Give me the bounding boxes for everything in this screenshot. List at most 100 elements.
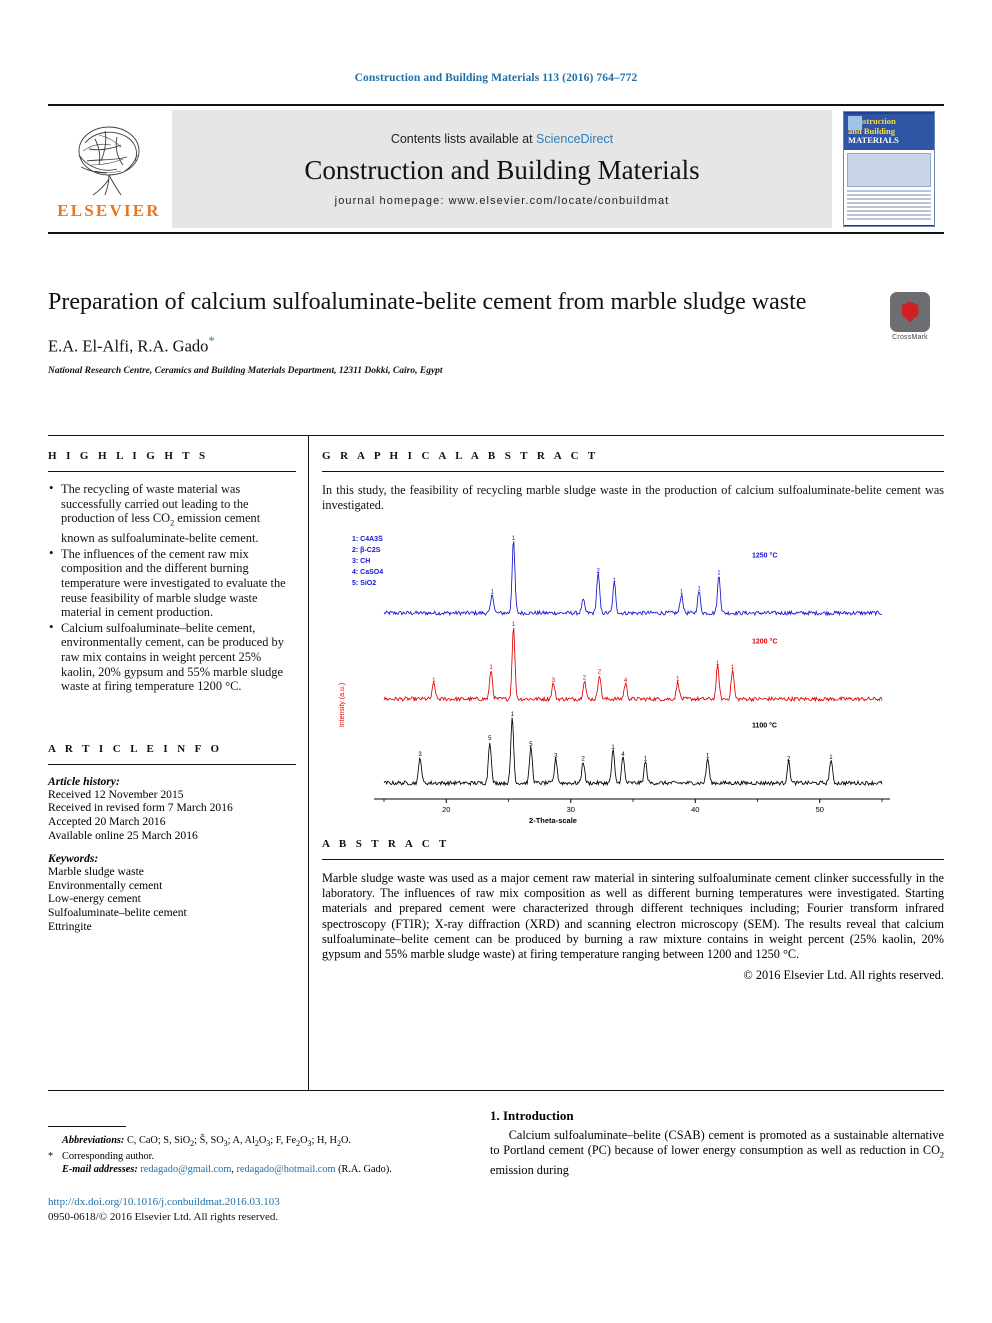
keywords-block: Keywords: Marble sludge waste Environmen… xyxy=(48,852,296,933)
doi-link[interactable]: http://dx.doi.org/10.1016/j.conbuildmat.… xyxy=(48,1196,280,1208)
crossmark-icon xyxy=(890,292,930,332)
page-title: Preparation of calcium sulfoaluminate-be… xyxy=(48,289,807,315)
authors-text: E.A. El-Alfi, R.A. Gado xyxy=(48,336,209,356)
article-history-block: Article history: Received 12 November 20… xyxy=(48,775,296,842)
history-revised: Received in revised form 7 March 2016 xyxy=(48,801,233,815)
svg-text:40: 40 xyxy=(691,805,699,814)
issn-copyright: 0950-0618/© 2016 Elsevier Ltd. All right… xyxy=(48,1211,279,1223)
corresponding-author-row: * Corresponding author. xyxy=(48,1150,478,1163)
graphical-abstract-heading: G R A P H I C A L A B S T R A C T xyxy=(322,450,599,462)
highlights-list: The recycling of waste material was succ… xyxy=(48,481,296,694)
list-item: Calcium sulfoaluminate–belite cement, en… xyxy=(48,620,296,694)
history-received: Received 12 November 2015 xyxy=(48,787,184,801)
history-accepted: Accepted 20 March 2016 xyxy=(48,814,166,828)
list-item: The influences of the cement raw mix com… xyxy=(48,546,296,620)
introduction-text: Calcium sulfoaluminate–belite (CSAB) cem… xyxy=(490,1128,944,1178)
email-link-2[interactable]: redagado@hotmail.com xyxy=(237,1164,336,1175)
running-head: Construction and Building Materials 113 … xyxy=(354,72,638,84)
svg-text:20: 20 xyxy=(442,805,450,814)
masthead-center: Contents lists available at ScienceDirec… xyxy=(172,110,832,228)
svg-text:1: 1 xyxy=(829,755,833,761)
svg-text:1: 1 xyxy=(706,754,710,760)
svg-text:5: 5 xyxy=(488,736,492,742)
graphical-abstract-text: In this study, the feasibility of recycl… xyxy=(322,483,944,512)
svg-text:4: CaSO4: 4: CaSO4 xyxy=(352,569,383,576)
svg-text:3: 3 xyxy=(554,754,558,760)
svg-text:1: 1 xyxy=(512,536,516,542)
footnote-block: Abbreviations: C, CaO; S, SiO2; Š, SO3; … xyxy=(48,1126,478,1176)
abstract-heading: A B S T R A C T xyxy=(322,838,450,850)
keyword-1: Marble sludge waste xyxy=(48,865,144,879)
article-info-heading: A R T I C L E I N F O xyxy=(48,742,223,755)
email-label: E-mail addresses: xyxy=(62,1164,138,1176)
cover-line3: MATERIALS xyxy=(848,135,899,146)
article-history-label: Article history: xyxy=(48,774,120,788)
section-divider-bottom xyxy=(48,1090,944,1091)
elsevier-wordmark: ELSEVIER xyxy=(57,201,161,220)
svg-text:1: 1 xyxy=(511,712,515,718)
keyword-5: Ettringite xyxy=(48,919,92,933)
right-column: G R A P H I C A L A B S T R A C T In thi… xyxy=(322,450,944,983)
svg-text:2-Theta-scale: 2-Theta-scale xyxy=(529,816,577,825)
corresponding-author-text: Corresponding author. xyxy=(62,1151,155,1163)
svg-text:30: 30 xyxy=(567,805,575,814)
history-online: Available online 25 March 2016 xyxy=(48,828,198,842)
keyword-4: Sulfoaluminate–belite cement xyxy=(48,905,187,919)
highlights-rule xyxy=(48,471,296,472)
svg-text:1: 1 xyxy=(512,622,516,628)
journal-cover-thumbnail: Construction and Building MATERIALS xyxy=(834,106,944,232)
svg-text:1: 1 xyxy=(491,589,495,595)
highlights-heading: H I G H L I G H T S xyxy=(48,450,209,462)
column-divider xyxy=(308,435,309,1090)
author-list: E.A. El-Alfi, R.A. Gado* xyxy=(48,333,944,357)
svg-text:1: 1 xyxy=(676,677,680,683)
elsevier-tree-icon xyxy=(78,126,140,196)
corresponding-author-marker: * xyxy=(208,333,215,348)
keyword-2: Environmentally cement xyxy=(48,878,163,892)
introduction-heading: 1. Introduction xyxy=(490,1108,574,1123)
title-block: Preparation of calcium sulfoaluminate-be… xyxy=(48,288,944,376)
crossmark-badge[interactable]: CrossMark xyxy=(880,292,940,341)
svg-text:3: 3 xyxy=(418,752,422,758)
svg-text:1: 1 xyxy=(644,756,648,762)
svg-text:2: 2 xyxy=(583,675,587,681)
email-suffix: (R.A. Gado). xyxy=(338,1164,392,1176)
abstract-copyright: © 2016 Elsevier Ltd. All rights reserved… xyxy=(743,968,944,983)
svg-text:1: 1 xyxy=(432,678,436,684)
abstract-rule xyxy=(322,859,944,860)
contents-line: Contents lists available at ScienceDirec… xyxy=(391,132,613,146)
svg-text:2: 2 xyxy=(787,756,791,762)
xrd-figure: 1 1 2 1 1 1 1 1250 °C 1 1 1 3 2 2 4 1 1 1 1200 °C 3 5 1 5 3 2 1 4 1… xyxy=(322,527,934,832)
svg-text:1: 1 xyxy=(611,745,615,751)
email-link-1[interactable]: redagado@gmail.com xyxy=(140,1164,231,1175)
article-info-rule xyxy=(48,763,296,765)
crossmark-label: CrossMark xyxy=(892,334,928,341)
affiliation: National Research Centre, Ceramics and B… xyxy=(48,365,443,376)
svg-text:1: 1 xyxy=(731,665,735,671)
svg-text:2: 2 xyxy=(596,568,600,574)
footnote-rule xyxy=(48,1126,126,1127)
section-divider-top xyxy=(48,435,944,436)
keyword-3: Low-energy cement xyxy=(48,892,141,906)
journal-homepage[interactable]: journal homepage: www.elsevier.com/locat… xyxy=(335,195,670,207)
abbreviations-text: C, CaO; S, SiO2; Š, SO3; A, Al2O3; F, Fe… xyxy=(126,1135,351,1149)
svg-text:Intensity (a.u.): Intensity (a.u.) xyxy=(339,683,346,727)
contents-prefix: Contents lists available at xyxy=(390,131,537,146)
journal-masthead: ELSEVIER Contents lists available at Sci… xyxy=(48,104,944,234)
abbreviations-label: Abbreviations: xyxy=(62,1135,125,1146)
graphical-abstract-rule xyxy=(322,471,944,472)
svg-text:1: 1 xyxy=(613,578,617,584)
journal-title: Construction and Building Materials xyxy=(304,154,700,185)
svg-text:5: 5 xyxy=(529,742,533,748)
svg-text:2: 2 xyxy=(582,756,586,762)
svg-text:1: 1 xyxy=(489,665,493,671)
corresponding-asterisk: * xyxy=(48,1151,54,1163)
left-column: H I G H L I G H T S The recycling of was… xyxy=(48,450,296,933)
sciencedirect-link[interactable]: ScienceDirect xyxy=(536,132,613,146)
svg-text:1: 1 xyxy=(717,571,721,577)
svg-text:1: 1 xyxy=(697,586,701,592)
elsevier-logo: ELSEVIER xyxy=(48,106,170,232)
svg-text:50: 50 xyxy=(816,805,824,814)
svg-text:1100 °C: 1100 °C xyxy=(752,721,777,729)
svg-text:1200 °C: 1200 °C xyxy=(752,637,777,645)
